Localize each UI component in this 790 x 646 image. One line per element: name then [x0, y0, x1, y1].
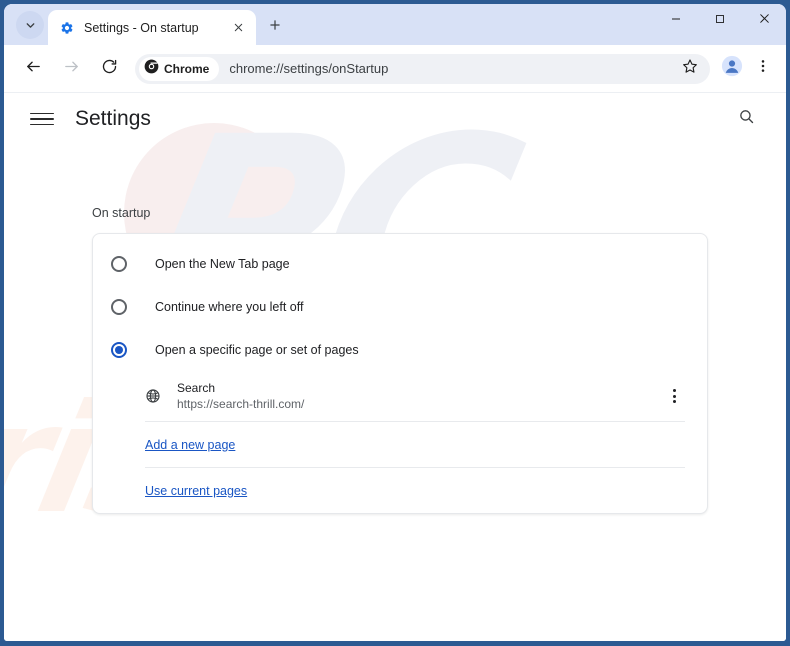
forward-button: [56, 54, 86, 84]
search-icon: [738, 108, 755, 130]
close-icon: [758, 12, 771, 30]
window-minimize-button[interactable]: [654, 4, 698, 38]
add-new-page-link[interactable]: Add a new page: [145, 438, 235, 452]
hamburger-menu-icon[interactable]: [30, 112, 54, 126]
gear-icon: [59, 20, 75, 36]
browser-window: Settings - On startup Chrome chrome://se…: [0, 0, 790, 646]
bookmark-star-button[interactable]: [678, 57, 702, 81]
arrow-left-icon: [25, 58, 42, 80]
radio-option-label: Open the New Tab page: [155, 256, 290, 271]
person-avatar-icon: [721, 55, 743, 82]
reload-button[interactable]: [94, 54, 124, 84]
radio-button[interactable]: [111, 255, 127, 272]
radio-option-label: Open a specific page or set of pages: [155, 342, 359, 357]
radio-button[interactable]: [111, 298, 127, 315]
chevron-down-icon: [24, 19, 37, 32]
window-controls: [654, 4, 786, 38]
browser-toolbar: Chrome chrome://settings/onStartup: [4, 45, 786, 93]
tab-search-button[interactable]: [16, 11, 44, 39]
maximize-icon: [714, 12, 726, 30]
page-title: Settings: [75, 107, 151, 130]
reload-icon: [101, 58, 118, 80]
profile-button[interactable]: [718, 55, 746, 83]
use-current-pages-link[interactable]: Use current pages: [145, 484, 247, 498]
use-current-pages-row: Use current pages: [93, 468, 707, 513]
settings-header: Settings: [4, 93, 786, 145]
add-new-page-row: Add a new page: [93, 422, 707, 467]
star-icon: [682, 58, 698, 79]
tab-title: Settings - On startup: [84, 20, 199, 35]
radio-option-new-tab-page[interactable]: Open the New Tab page: [93, 242, 707, 285]
minimize-icon: [670, 12, 682, 30]
three-dot-menu-icon: [755, 58, 771, 79]
settings-page: PC risk.com Settings On startup: [4, 93, 786, 641]
address-bar-url[interactable]: chrome://settings/onStartup: [229, 61, 388, 76]
radio-button-selected[interactable]: [111, 341, 127, 358]
new-tab-button[interactable]: [262, 14, 288, 40]
startup-page-more-button[interactable]: [663, 382, 685, 410]
chrome-chip-label: Chrome: [164, 61, 210, 76]
window-close-button[interactable]: [742, 4, 786, 38]
startup-page-url: https://search-thrill.com/: [177, 397, 305, 411]
plus-icon: [268, 18, 282, 37]
arrow-right-icon: [63, 58, 80, 80]
address-bar[interactable]: Chrome chrome://settings/onStartup: [135, 53, 710, 84]
radio-option-label: Continue where you left off: [155, 299, 304, 314]
tab-close-button[interactable]: [227, 17, 249, 39]
back-button[interactable]: [18, 54, 48, 84]
tab-settings[interactable]: Settings - On startup: [48, 10, 256, 45]
window-maximize-button[interactable]: [698, 4, 742, 38]
on-startup-card: Open the New Tab page Continue where you…: [92, 233, 708, 514]
chrome-origin-chip: Chrome: [139, 56, 220, 81]
browser-menu-button[interactable]: [748, 54, 778, 84]
tab-strip: Settings - On startup: [4, 4, 786, 45]
browser-window-inner: Settings - On startup Chrome chrome://se…: [4, 4, 786, 641]
chrome-logo-icon: [144, 59, 159, 79]
radio-option-specific-pages[interactable]: Open a specific page or set of pages: [93, 328, 707, 371]
settings-search-button[interactable]: [732, 105, 760, 133]
section-label-on-startup: On startup: [92, 206, 151, 220]
startup-page-row: Search https://search-thrill.com/: [93, 371, 707, 421]
startup-page-text: Search https://search-thrill.com/: [177, 381, 304, 411]
radio-option-continue-where-left-off[interactable]: Continue where you left off: [93, 285, 707, 328]
globe-icon: [144, 388, 161, 405]
startup-page-name: Search: [177, 381, 216, 395]
